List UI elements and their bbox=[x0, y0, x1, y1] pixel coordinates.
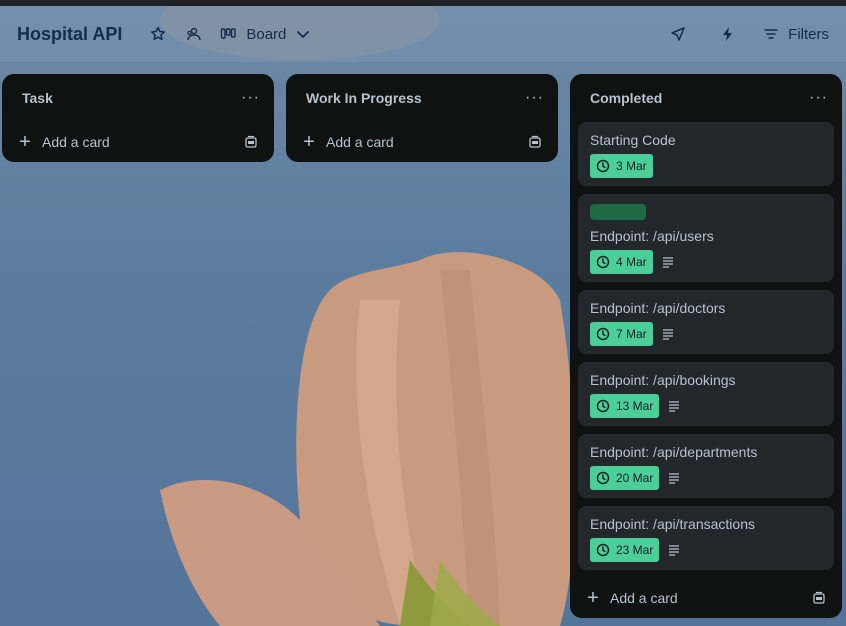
due-date-badge[interactable]: 13 Mar bbox=[590, 394, 660, 418]
card[interactable]: Endpoint: /api/bookings 13 Mar bbox=[578, 362, 834, 426]
card-template-icon[interactable] bbox=[812, 591, 826, 605]
due-date-badge[interactable]: 7 Mar bbox=[590, 322, 653, 346]
chevron-down-icon bbox=[297, 31, 310, 38]
list-header: Work In Progress ··· bbox=[286, 74, 558, 122]
card[interactable]: Endpoint: /api/transactions 23 Mar bbox=[578, 506, 834, 570]
due-date-text: 7 Mar bbox=[616, 327, 647, 341]
list-completed: Completed ··· Starting Code 3 Mar Endpoint… bbox=[570, 74, 842, 618]
description-icon bbox=[669, 473, 680, 484]
filters-label: Filters bbox=[788, 25, 829, 43]
add-card-button[interactable]: + Add a card bbox=[286, 122, 558, 162]
add-card-button[interactable]: + Add a card bbox=[570, 578, 842, 618]
due-date-text: 20 Mar bbox=[616, 471, 654, 485]
card[interactable]: Starting Code 3 Mar bbox=[578, 122, 834, 186]
description-icon bbox=[669, 401, 680, 412]
header-actions: Filters bbox=[664, 18, 829, 50]
clock-icon bbox=[596, 399, 610, 413]
card-template-icon[interactable] bbox=[528, 135, 542, 149]
list-menu-icon[interactable]: ··· bbox=[525, 89, 544, 107]
plus-icon: + bbox=[587, 587, 599, 609]
due-date-text: 23 Mar bbox=[616, 543, 654, 557]
filters-button[interactable]: Filters bbox=[764, 26, 829, 43]
card-badges: 3 Mar bbox=[590, 154, 822, 178]
card-badges: 13 Mar bbox=[590, 394, 822, 418]
card-title: Endpoint: /api/bookings bbox=[590, 372, 736, 388]
board-title[interactable]: Hospital API bbox=[17, 24, 122, 45]
card-label[interactable] bbox=[590, 204, 646, 220]
add-card-label: Add a card bbox=[42, 134, 110, 150]
card-title: Endpoint: /api/users bbox=[590, 228, 714, 244]
card-title: Endpoint: /api/departments bbox=[590, 444, 758, 460]
workspace-visibility-icon[interactable] bbox=[180, 18, 208, 50]
list-task: Task ··· + Add a card bbox=[2, 74, 274, 162]
filter-icon bbox=[764, 29, 778, 39]
list-menu-icon[interactable]: ··· bbox=[241, 89, 260, 107]
star-icon[interactable] bbox=[144, 18, 172, 50]
description-icon bbox=[662, 257, 673, 268]
due-date-badge[interactable]: 4 Mar bbox=[590, 250, 653, 274]
list-work-in-progress: Work In Progress ··· + Add a card bbox=[286, 74, 558, 162]
clock-icon bbox=[596, 543, 610, 557]
due-date-badge[interactable]: 20 Mar bbox=[590, 466, 660, 490]
card-badges: 7 Mar bbox=[590, 322, 822, 346]
board-header: Hospital API Board Filters bbox=[0, 6, 846, 62]
list-menu-icon[interactable]: ··· bbox=[809, 89, 828, 107]
card-title: Starting Code bbox=[590, 132, 676, 148]
card-title: Endpoint: /api/transactions bbox=[590, 516, 755, 532]
rocket-icon[interactable] bbox=[664, 18, 692, 50]
board-view-icon bbox=[221, 28, 237, 39]
list-title[interactable]: Completed bbox=[590, 90, 662, 106]
list-header: Task ··· bbox=[2, 74, 274, 122]
clock-icon bbox=[596, 327, 610, 341]
clock-icon bbox=[596, 255, 610, 269]
card-title: Endpoint: /api/doctors bbox=[590, 300, 726, 316]
plus-icon: + bbox=[19, 131, 31, 153]
due-date-badge[interactable]: 23 Mar bbox=[590, 538, 660, 562]
card-badges: 23 Mar bbox=[590, 538, 822, 562]
card[interactable]: Endpoint: /api/departments 20 Mar bbox=[578, 434, 834, 498]
card-template-icon[interactable] bbox=[244, 135, 258, 149]
card-badges: 4 Mar bbox=[590, 250, 822, 274]
add-card-button[interactable]: + Add a card bbox=[2, 122, 274, 162]
list-title[interactable]: Task bbox=[22, 90, 53, 106]
card-badges: 20 Mar bbox=[590, 466, 822, 490]
due-date-badge[interactable]: 3 Mar bbox=[590, 154, 653, 178]
due-date-text: 13 Mar bbox=[616, 399, 654, 413]
clock-icon bbox=[596, 471, 610, 485]
lightning-icon[interactable] bbox=[714, 18, 742, 50]
clock-icon bbox=[596, 159, 610, 173]
card[interactable]: Endpoint: /api/doctors 7 Mar bbox=[578, 290, 834, 354]
description-icon bbox=[669, 545, 680, 556]
list-title[interactable]: Work In Progress bbox=[306, 90, 422, 106]
due-date-text: 3 Mar bbox=[616, 159, 647, 173]
add-card-label: Add a card bbox=[610, 590, 678, 606]
board-view-switcher[interactable]: Board bbox=[220, 26, 310, 43]
due-date-text: 4 Mar bbox=[616, 255, 647, 269]
add-card-label: Add a card bbox=[326, 134, 394, 150]
description-icon bbox=[662, 329, 673, 340]
list-header: Completed ··· bbox=[570, 74, 842, 122]
card-list: Starting Code 3 Mar Endpoint: /api/users 4 … bbox=[570, 122, 842, 570]
view-label: Board bbox=[246, 25, 287, 43]
card[interactable]: Endpoint: /api/users 4 Mar bbox=[578, 194, 834, 282]
plus-icon: + bbox=[303, 131, 315, 153]
